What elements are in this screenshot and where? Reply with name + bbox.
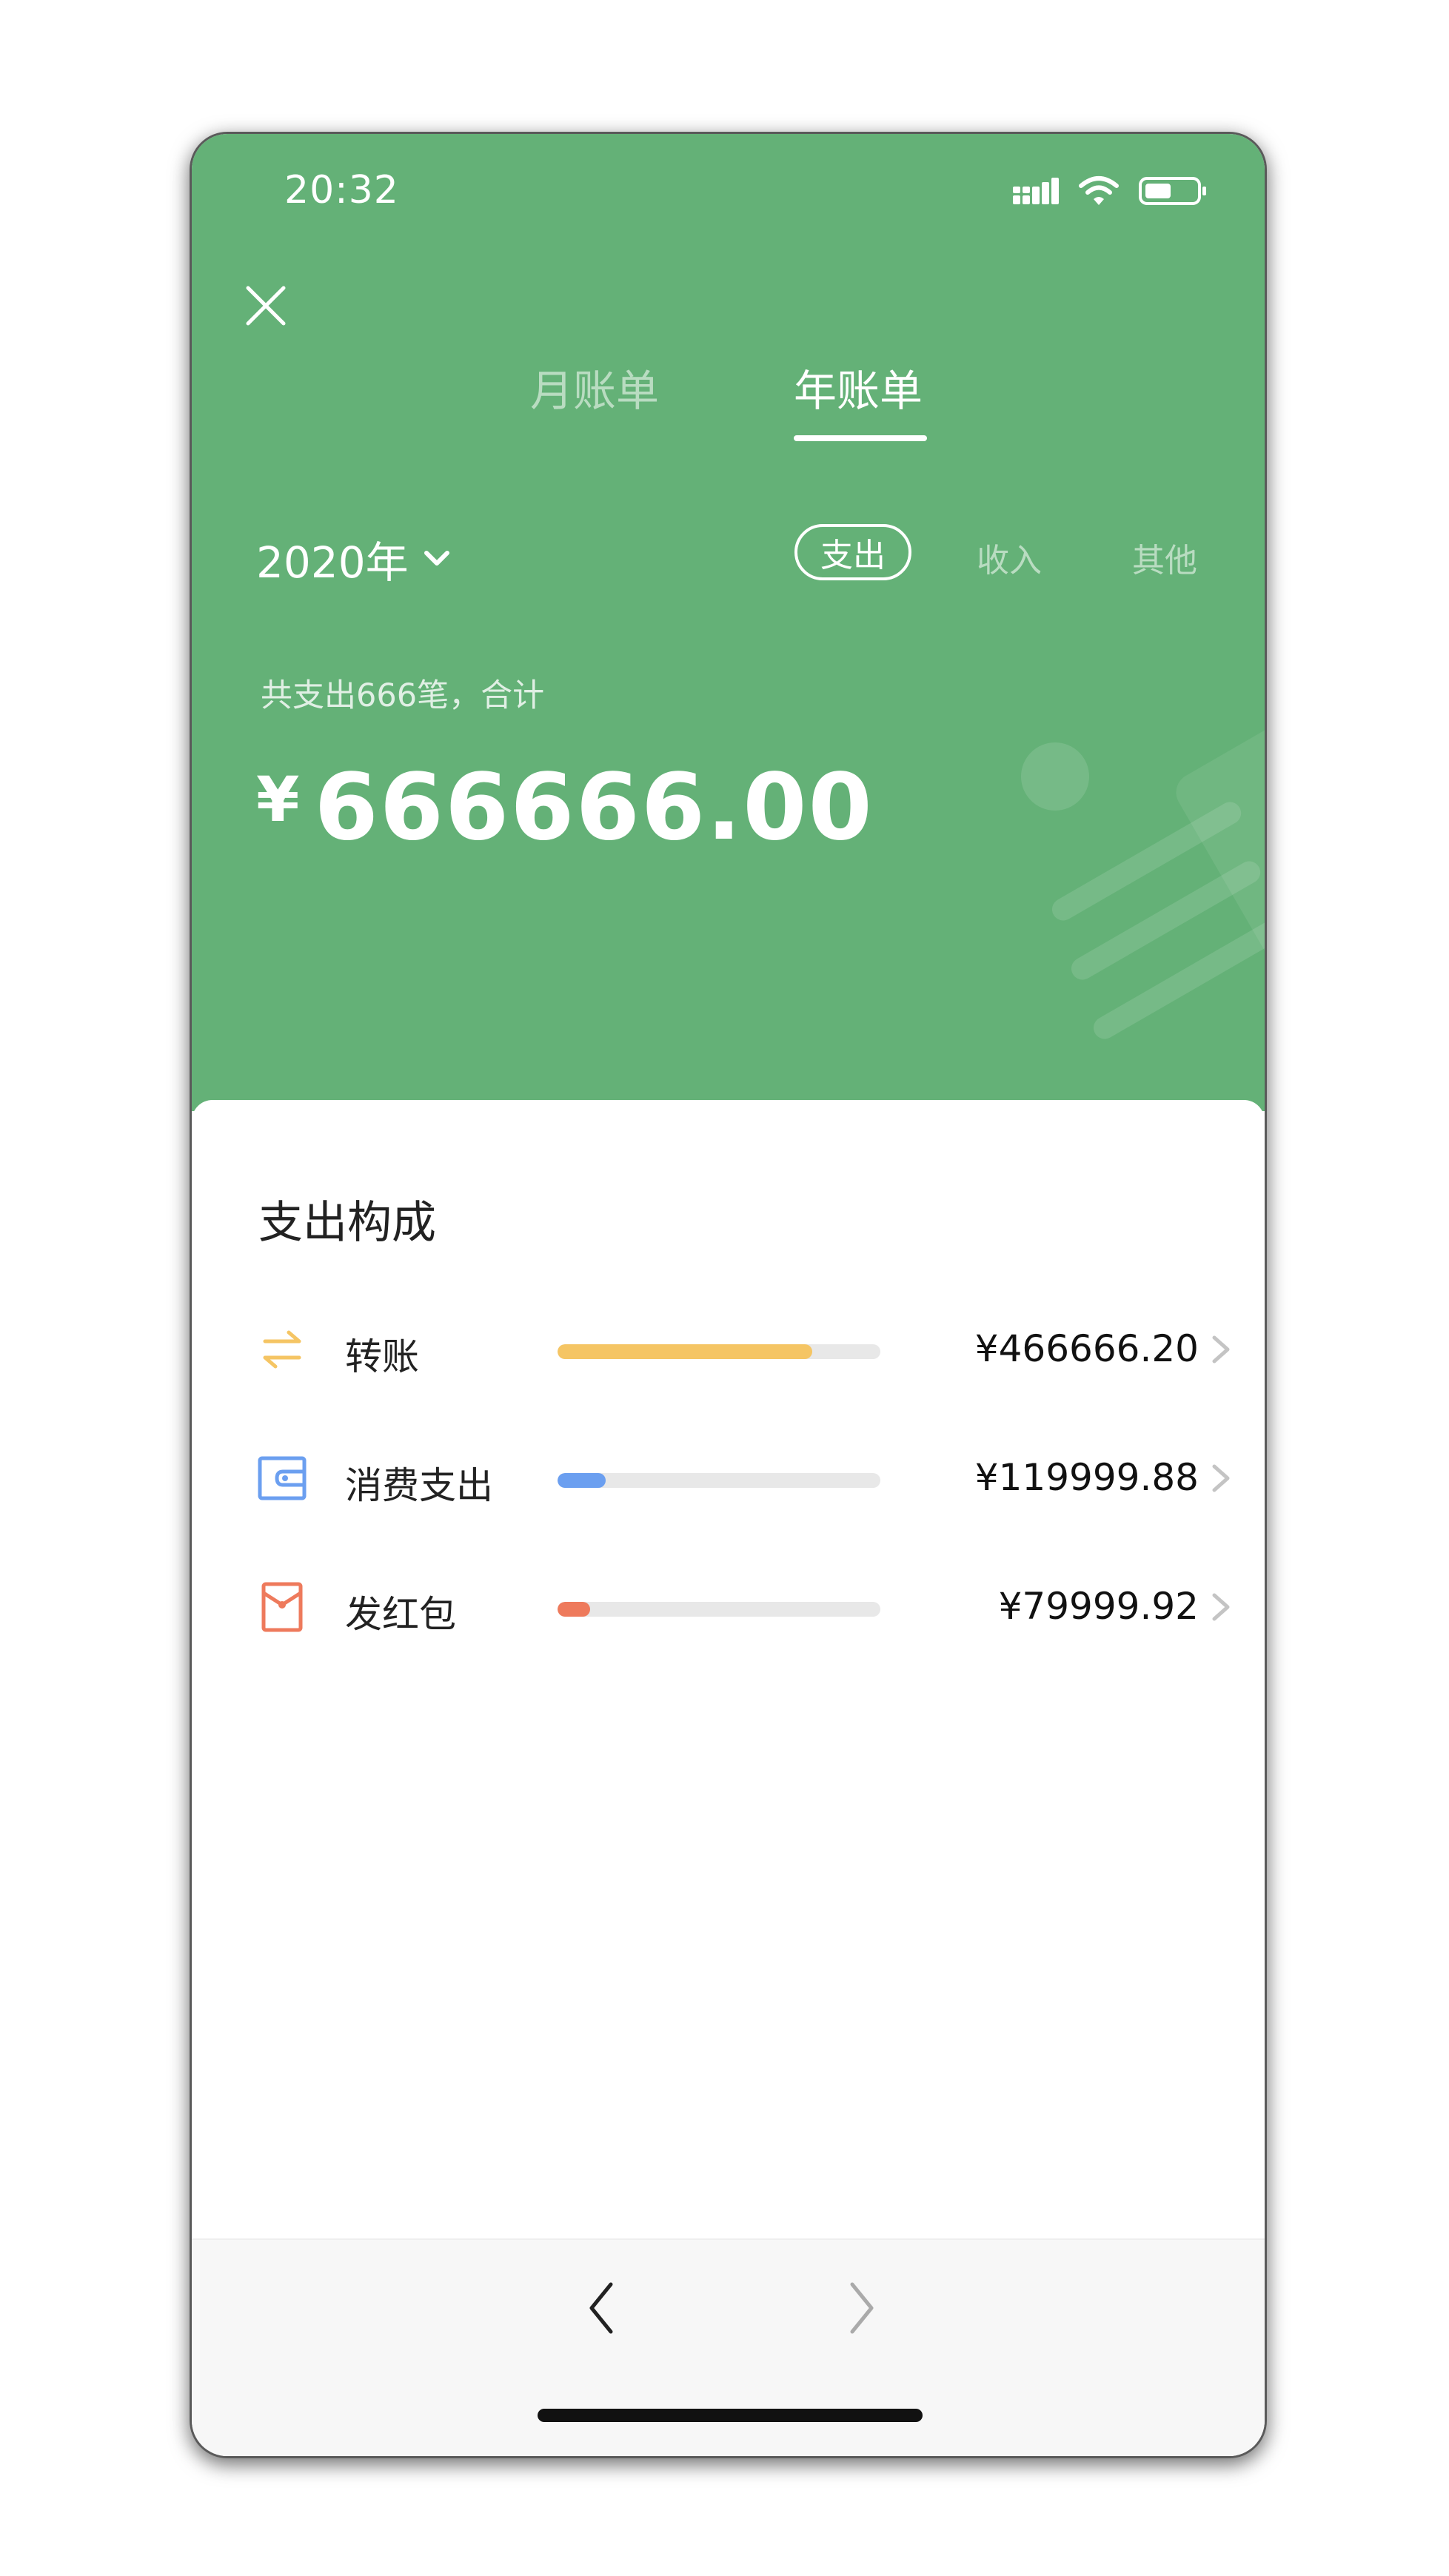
- progress-track: [558, 1344, 880, 1359]
- close-icon[interactable]: [242, 282, 290, 329]
- cellular-signal-icon: [1013, 178, 1059, 204]
- wallet-icon: [258, 1456, 307, 1500]
- filter-other[interactable]: 其他: [1132, 534, 1197, 581]
- year-value: 2020年: [256, 537, 409, 588]
- home-indicator[interactable]: [538, 2409, 923, 2422]
- progress-fill: [558, 1473, 606, 1488]
- progress-fill: [558, 1602, 590, 1617]
- decorative-circle: [1021, 742, 1089, 811]
- progress-track: [558, 1473, 880, 1488]
- next-arrow-icon[interactable]: [843, 2278, 880, 2338]
- composition-label: 消费支出: [345, 1464, 493, 1507]
- composition-row[interactable]: 消费支出 ¥119999.88: [192, 1434, 1265, 1523]
- composition-row[interactable]: 发红包 ¥79999.92: [192, 1563, 1265, 1651]
- summary-text: 共支出666笔，合计: [261, 677, 545, 714]
- battery-icon: [1139, 177, 1206, 205]
- composition-title: 支出构成: [258, 1197, 436, 1249]
- composition-label: 转账: [345, 1335, 419, 1378]
- chevron-right-icon: [1212, 1335, 1230, 1364]
- composition-amount: ¥79999.92: [998, 1585, 1199, 1628]
- phone-screen: 20:32 月账单 年账单 2020年 支出 收入 其他 共支出666笔，合计 …: [192, 134, 1265, 2456]
- chevron-right-icon: [1212, 1593, 1230, 1621]
- composition-amount: ¥119999.88: [974, 1456, 1199, 1499]
- tab-yearly-bill[interactable]: 年账单: [794, 356, 923, 418]
- status-icons: [1013, 175, 1207, 207]
- total-value: 666666.00: [314, 754, 874, 861]
- filter-expense[interactable]: 支出: [794, 524, 911, 580]
- bill-header: 20:32 月账单 年账单 2020年 支出 收入 其他 共支出666笔，合计 …: [192, 134, 1265, 1111]
- composition-card: 支出构成 转账 ¥466666.20 消费支出 ¥119999.88 发红包 ¥…: [192, 1100, 1265, 2373]
- progress-fill: [558, 1344, 813, 1359]
- filter-income[interactable]: 收入: [977, 534, 1042, 581]
- composition-row[interactable]: 转账 ¥466666.20: [192, 1305, 1265, 1394]
- tab-monthly-bill[interactable]: 月账单: [530, 356, 659, 418]
- bottom-navigation: [192, 2238, 1265, 2456]
- year-selector[interactable]: 2020年: [256, 528, 452, 590]
- composition-amount: ¥466666.20: [974, 1327, 1199, 1370]
- status-time: 20:32: [284, 168, 399, 212]
- wifi-icon: [1079, 176, 1119, 205]
- total-amount: ¥ 666666.00: [256, 756, 874, 853]
- bill-tabs: 月账单 年账单: [192, 356, 1265, 445]
- progress-track: [558, 1602, 880, 1617]
- previous-arrow-icon[interactable]: [583, 2278, 620, 2338]
- currency-symbol: ¥: [256, 763, 300, 836]
- transfer-icon: [263, 1330, 301, 1369]
- chevron-down-icon: [424, 551, 449, 566]
- active-tab-underline: [794, 435, 927, 441]
- red-envelope-icon: [261, 1582, 303, 1632]
- chevron-right-icon: [1212, 1464, 1230, 1492]
- composition-label: 发红包: [345, 1593, 456, 1636]
